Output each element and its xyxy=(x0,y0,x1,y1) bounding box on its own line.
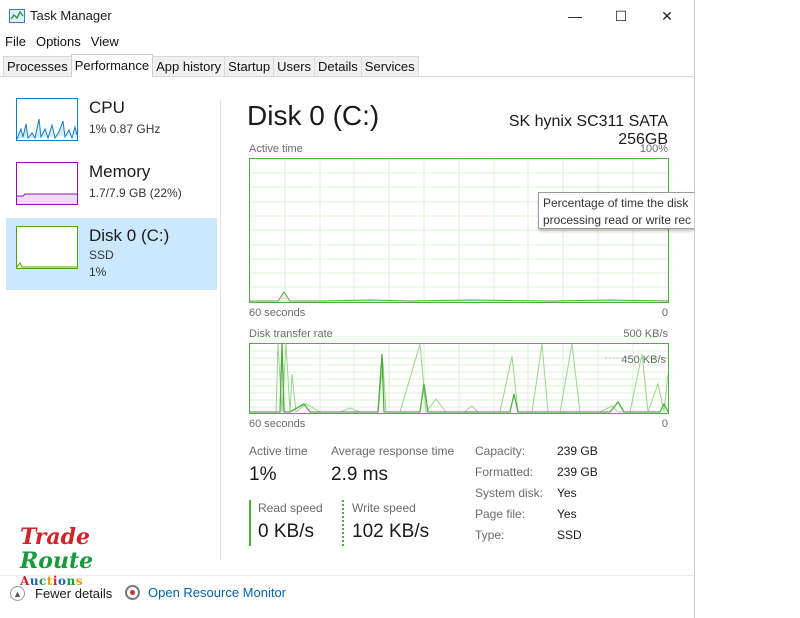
minimize-button[interactable]: — xyxy=(552,0,598,32)
active-time-max-label: 100% xyxy=(639,143,668,155)
active-time-chart xyxy=(250,159,668,302)
task-manager-icon xyxy=(9,9,25,23)
close-button[interactable]: ✕ xyxy=(644,0,690,32)
menu-options[interactable]: Options xyxy=(31,33,86,53)
title-bar[interactable]: Task Manager — ☐ ✕ xyxy=(0,0,694,32)
system-disk-label: System disk: xyxy=(475,486,544,500)
tab-details[interactable]: Details xyxy=(314,56,362,77)
sidebar-item-memory[interactable]: Memory 1.7/7.9 GB (22%) xyxy=(6,154,217,226)
maximize-icon: ☐ xyxy=(614,7,628,24)
avg-response-stat-label: Average response time xyxy=(331,444,455,458)
resource-monitor-label: Open Resource Monitor xyxy=(148,585,287,600)
minimize-icon: — xyxy=(568,8,582,24)
sidebar-disk-type: SSD xyxy=(89,248,114,262)
active-time-stat-value: 1% xyxy=(249,464,277,485)
sidebar-divider xyxy=(220,100,221,560)
sidebar-cpu-title: CPU xyxy=(89,98,125,117)
formatted-label: Formatted: xyxy=(475,465,534,479)
maximize-button[interactable]: ☐ xyxy=(598,0,644,32)
avg-response-stat-value: 2.9 ms xyxy=(331,464,389,485)
menu-file[interactable]: File xyxy=(0,33,31,53)
active-time-duration-label: 60 seconds xyxy=(249,307,306,319)
task-manager-window: Task Manager — ☐ ✕ File Options View Pro… xyxy=(0,0,695,618)
tab-performance[interactable]: Performance xyxy=(70,54,154,77)
active-time-graph-label: Active time xyxy=(249,143,303,155)
watermark-line-2: Route xyxy=(20,548,94,574)
resource-sidebar: CPU 1% 0.87 GHz Memory 1.7/7.9 GB (22%) … xyxy=(0,90,222,560)
type-label: Type: xyxy=(475,528,505,542)
disk-thumbnail-graph xyxy=(16,226,78,269)
tab-processes[interactable]: Processes xyxy=(3,56,72,77)
active-time-min-label: 0 xyxy=(661,307,668,319)
system-disk-value: Yes xyxy=(557,486,577,500)
tab-services[interactable]: Services xyxy=(360,56,419,77)
memory-thumbnail-graph xyxy=(16,162,78,205)
sidebar-item-disk0[interactable]: Disk 0 (C:) SSD 1% xyxy=(6,218,217,290)
watermark-line-1: Trade xyxy=(20,524,90,550)
tooltip-line-1: Percentage of time the disk xyxy=(543,196,689,210)
sidebar-disk-usage: 1% xyxy=(89,265,107,279)
menu-bar: File Options View xyxy=(0,33,124,53)
watermark-logo: Trade Route Auctions xyxy=(20,524,94,603)
read-speed-indicator xyxy=(249,500,251,546)
formatted-value: 239 GB xyxy=(557,465,598,479)
tab-startup[interactable]: Startup xyxy=(224,56,275,77)
menu-view[interactable]: View xyxy=(86,33,124,53)
resource-monitor-icon xyxy=(125,585,140,600)
sidebar-disk-title: Disk 0 (C:) xyxy=(89,226,170,245)
transfer-rate-graph-label: Disk transfer rate xyxy=(249,328,333,340)
transfer-rate-min-label: 0 xyxy=(661,418,668,430)
tab-users[interactable]: Users xyxy=(273,56,316,77)
active-time-stat-label: Active time xyxy=(249,444,308,458)
sidebar-memory-title: Memory xyxy=(89,162,151,181)
tab-bar: Processes Performance App history Startu… xyxy=(3,54,419,77)
tooltip-line-2: processing read or write rec xyxy=(543,213,692,227)
transfer-rate-chart xyxy=(250,344,668,413)
open-resource-monitor-link[interactable]: Open Resource Monitor xyxy=(125,585,286,600)
write-speed-indicator xyxy=(342,500,344,546)
type-value: SSD xyxy=(557,528,582,542)
footer-divider xyxy=(0,575,694,576)
page-file-value: Yes xyxy=(557,507,577,521)
read-speed-value: 0 KB/s xyxy=(258,521,314,542)
sidebar-cpu-detail: 1% 0.87 GHz xyxy=(89,122,161,136)
capacity-label: Capacity: xyxy=(475,444,526,458)
transfer-rate-max-label: 500 KB/s xyxy=(623,328,668,340)
capacity-value: 239 GB xyxy=(557,444,598,458)
close-icon: ✕ xyxy=(661,7,673,24)
window-title: Task Manager xyxy=(30,8,112,23)
page-file-label: Page file: xyxy=(475,507,526,521)
write-speed-label: Write speed xyxy=(352,501,416,515)
tab-app-history[interactable]: App history xyxy=(152,56,226,77)
write-speed-value: 102 KB/s xyxy=(352,521,430,542)
transfer-rate-duration-label: 60 seconds xyxy=(249,418,306,430)
page-title: Disk 0 (C:) xyxy=(247,100,380,131)
cpu-thumbnail-graph xyxy=(16,98,78,141)
read-speed-label: Read speed xyxy=(258,501,323,515)
graph-tooltip: Percentage of time the disk processing r… xyxy=(538,192,694,229)
transfer-rate-graph[interactable]: 450 KB/s xyxy=(249,343,669,414)
watermark-line-3: Auctions xyxy=(20,574,83,588)
sidebar-item-cpu[interactable]: CPU 1% 0.87 GHz xyxy=(6,90,217,162)
sidebar-memory-detail: 1.7/7.9 GB (22%) xyxy=(89,186,182,200)
active-time-graph[interactable] xyxy=(249,158,669,303)
transfer-rate-marker-label: 450 KB/s xyxy=(621,354,666,366)
